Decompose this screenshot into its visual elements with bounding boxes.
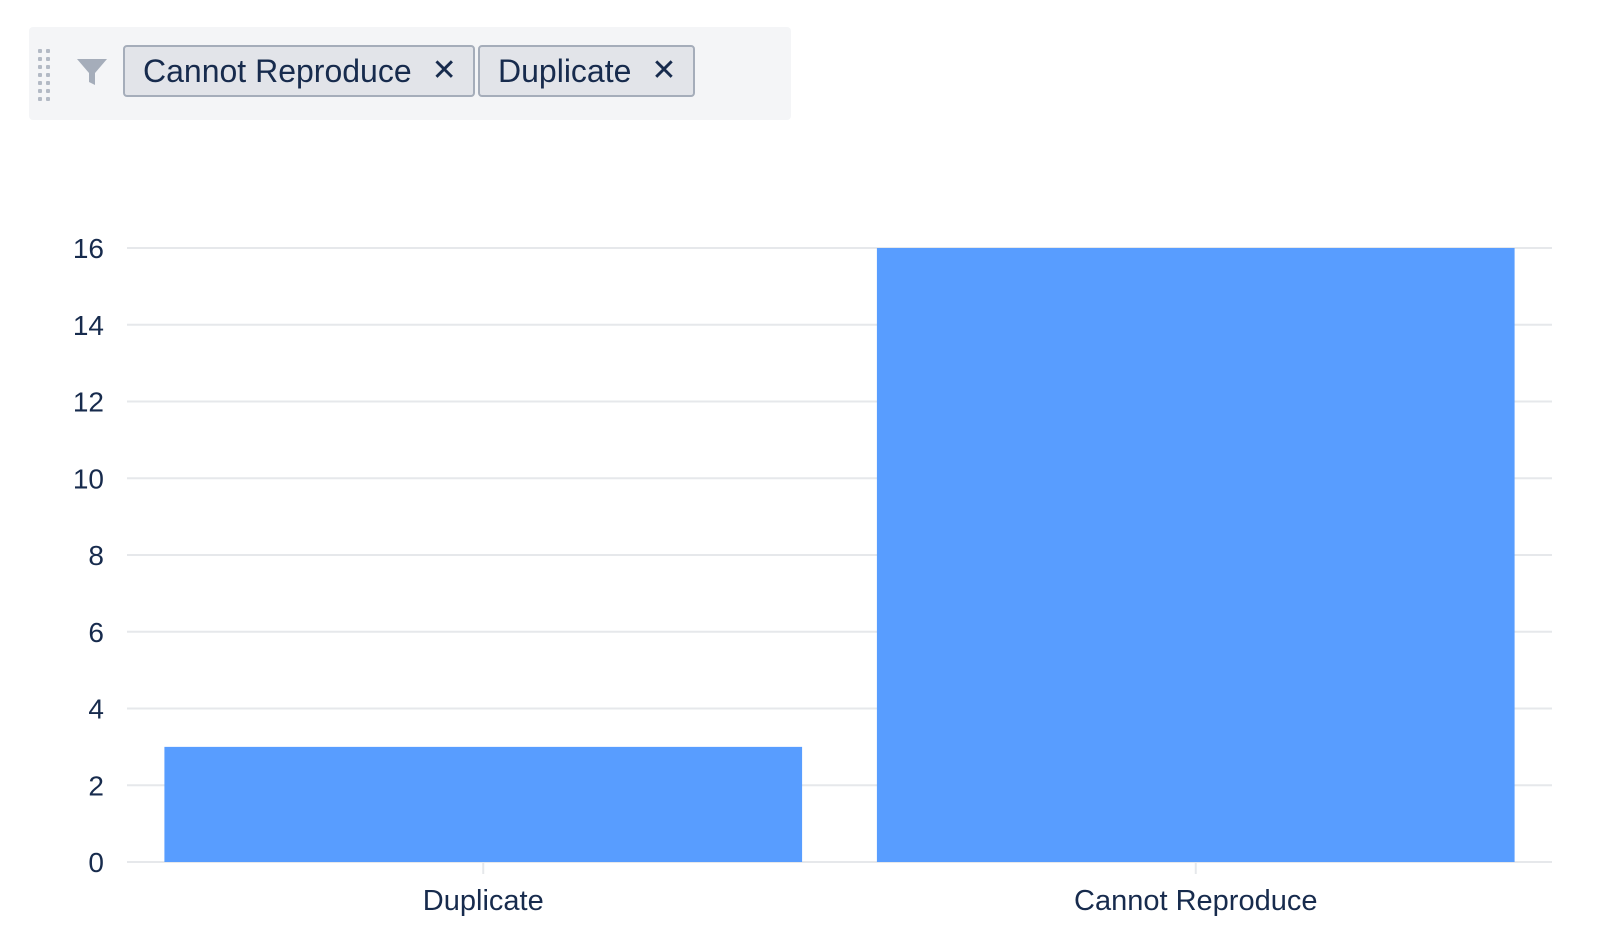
x-axis: Duplicate Cannot Reproduce <box>423 862 1317 917</box>
y-tick-label: 14 <box>73 310 104 341</box>
y-tick-label: 12 <box>73 387 104 418</box>
y-tick-label: 2 <box>88 770 104 801</box>
y-axis: 0 2 4 6 8 10 12 14 16 <box>73 233 104 878</box>
y-tick-label: 10 <box>73 463 104 494</box>
y-tick-label: 0 <box>88 847 104 878</box>
bar-chart: 0 2 4 6 8 10 12 14 16 Duplicate Cannot Reproduce <box>73 233 1552 917</box>
y-tick-label: 6 <box>88 617 104 648</box>
y-tick-label: 8 <box>88 540 104 571</box>
y-tick-label: 4 <box>88 694 104 725</box>
x-tick-label: Cannot Reproduce <box>1074 885 1317 917</box>
bar-duplicate[interactable] <box>164 746 803 862</box>
x-tick-label: Duplicate <box>423 885 544 917</box>
y-tick-label: 16 <box>73 233 104 264</box>
bar-cannot-reproduce[interactable] <box>876 248 1515 862</box>
